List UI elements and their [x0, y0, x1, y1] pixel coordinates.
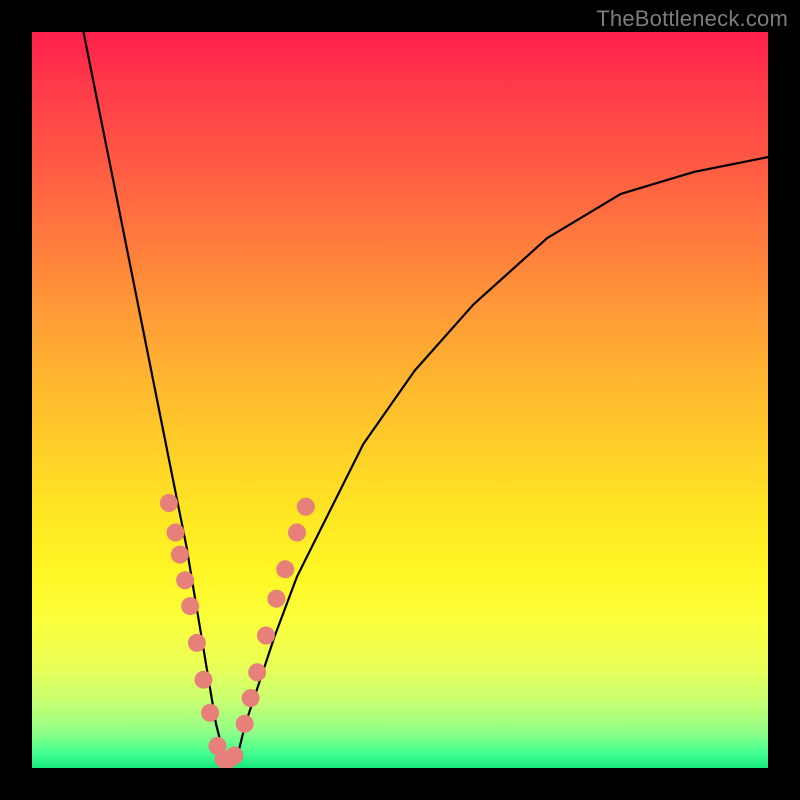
highlight-dot: [225, 747, 243, 765]
curve-layer: [84, 32, 769, 768]
chart-svg: [32, 32, 768, 768]
highlight-dot: [236, 715, 254, 733]
highlight-dot: [297, 498, 315, 516]
highlight-dot: [257, 627, 275, 645]
highlight-dot: [248, 663, 266, 681]
highlight-dot: [276, 560, 294, 578]
highlight-dot: [188, 634, 206, 652]
dots-layer: [160, 494, 315, 768]
highlight-dot: [181, 597, 199, 615]
highlight-dot: [195, 671, 213, 689]
chart-frame: TheBottleneck.com: [0, 0, 800, 800]
highlight-dot: [171, 546, 189, 564]
highlight-dot: [167, 524, 185, 542]
highlight-dot: [267, 590, 285, 608]
bottleneck-curve: [84, 32, 769, 768]
watermark-text: TheBottleneck.com: [596, 6, 788, 32]
highlight-dot: [288, 524, 306, 542]
highlight-dot: [160, 494, 178, 512]
highlight-dot: [176, 571, 194, 589]
highlight-dot: [242, 689, 260, 707]
highlight-dot: [201, 704, 219, 722]
plot-area: [32, 32, 768, 768]
